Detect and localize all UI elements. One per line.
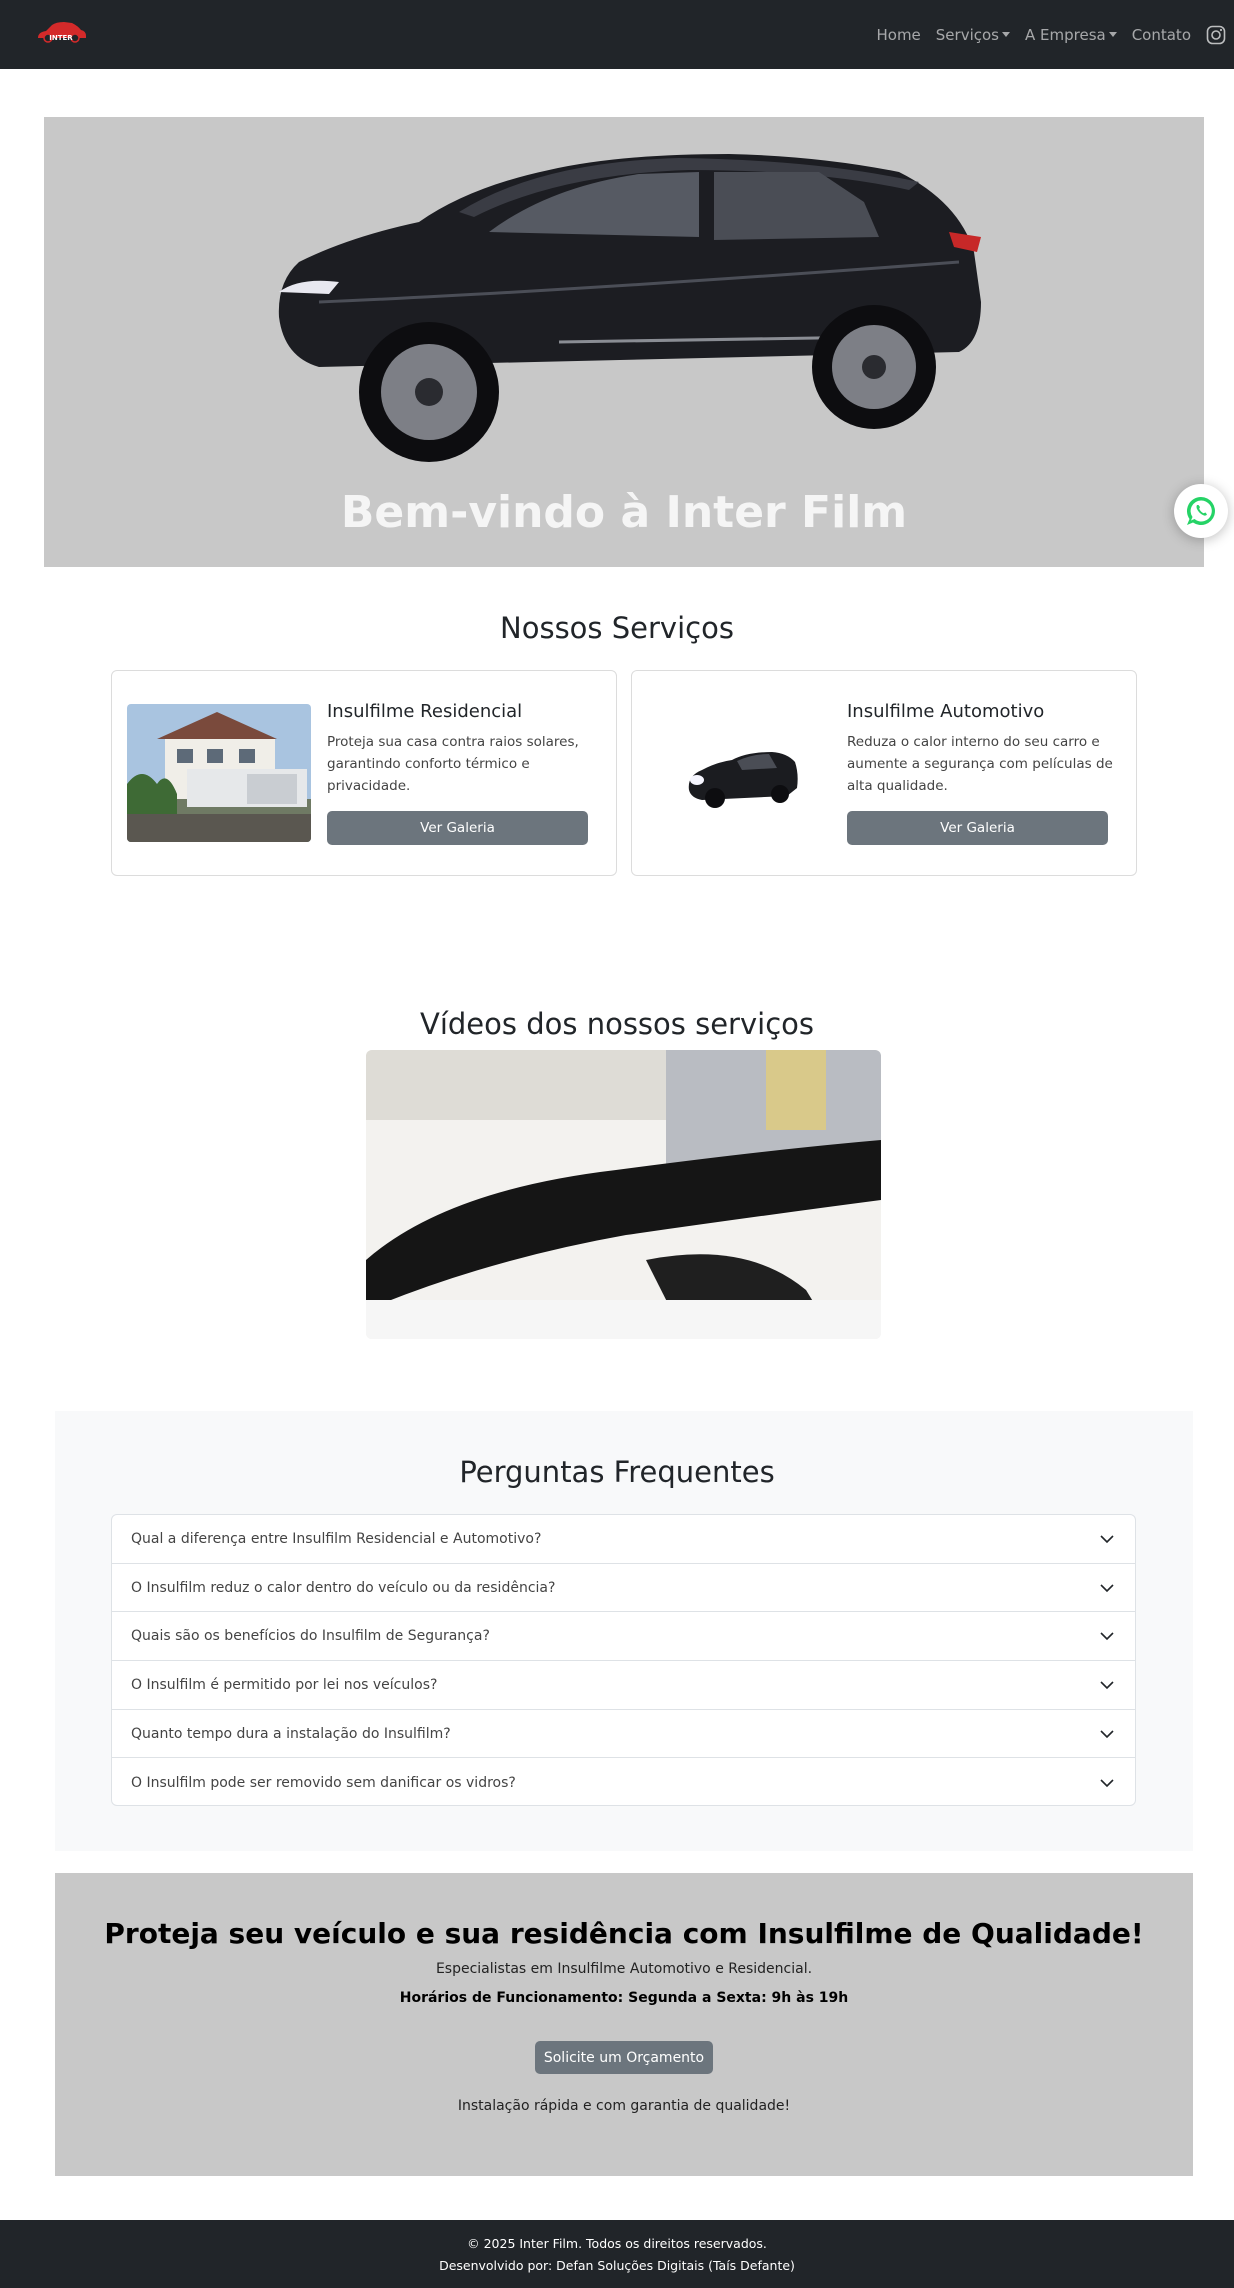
- caret-down-icon: [1001, 32, 1010, 37]
- hero-banner: Bem-vindo à Inter Film: [44, 117, 1204, 567]
- footer-copyright: © 2025 Inter Film. Todos os direitos res…: [467, 2236, 767, 2251]
- automotive-gallery-button[interactable]: Ver Galeria: [847, 811, 1108, 845]
- faq-question: Quais são os benefícios do Insulfilm de …: [131, 1628, 490, 1645]
- nav-services-label: Serviços: [935, 25, 999, 44]
- chevron-down-icon: [1100, 1632, 1114, 1641]
- caret-down-icon: [1108, 32, 1117, 37]
- whatsapp-icon: [1186, 497, 1215, 525]
- faq-question: O Insulfilm pode ser removido sem danifi…: [131, 1774, 516, 1791]
- nav-contact-label: Contato: [1131, 25, 1191, 44]
- whatsapp-button[interactable]: [1174, 484, 1228, 538]
- faq-item[interactable]: Quanto tempo dura a instalação do Insulf…: [112, 1710, 1135, 1759]
- service-card-residential: Insulfilme Residencial Proteja sua casa …: [111, 670, 617, 876]
- cta-note: Instalação rápida e com garantia de qual…: [457, 2098, 791, 2114]
- hero-title: Bem-vindo à Inter Film: [340, 487, 908, 538]
- cta-section: Proteja seu veículo e sua residência com…: [55, 1873, 1193, 2176]
- automotive-card-title: Insulfilme Automotivo: [847, 701, 1045, 722]
- faq-question: Quanto tempo dura a instalação do Insulf…: [131, 1725, 451, 1742]
- service-card-automotive: Insulfilme Automotivo Reduza o calor int…: [631, 670, 1137, 876]
- chevron-down-icon: [1100, 1535, 1114, 1543]
- footer: © 2025 Inter Film. Todos os direitos res…: [0, 2220, 1234, 2288]
- residential-gallery-button[interactable]: Ver Galeria: [327, 811, 588, 845]
- faq-item[interactable]: O Insulfilm é permitido por lei nos veíc…: [112, 1661, 1135, 1710]
- cta-title: Proteja seu veículo e sua residência com…: [104, 1917, 1144, 1950]
- faq-title: Perguntas Frequentes: [459, 1455, 775, 1489]
- residential-card-text: Proteja sua casa contra raios solares, g…: [327, 734, 579, 794]
- chevron-down-icon: [1100, 1681, 1114, 1690]
- chevron-down-icon: [1100, 1779, 1114, 1787]
- instagram-icon[interactable]: [1206, 25, 1226, 45]
- automotive-card-text: Reduza o calor interno do seu carro e au…: [847, 734, 1113, 794]
- faq-question: O Insulfilm reduz o calor dentro do veíc…: [131, 1579, 556, 1596]
- faq-question: Qual a diferença entre Insulfilm Residen…: [131, 1530, 542, 1547]
- nav-contact[interactable]: Contato: [1132, 26, 1191, 44]
- faq-item[interactable]: Qual a diferença entre Insulfilm Residen…: [112, 1515, 1135, 1564]
- nav-home-label: Home: [876, 25, 921, 44]
- residential-house-image: [127, 704, 311, 842]
- videos-title: Vídeos dos nossos serviços: [420, 1007, 814, 1041]
- nav-company-label: A Empresa: [1024, 25, 1106, 44]
- services-title: Nossos Serviços: [500, 611, 734, 645]
- footer-developer: Desenvolvido por: Defan Soluções Digitai…: [439, 2258, 795, 2273]
- cta-subtitle: Especialistas em Insulfilme Automotivo e…: [435, 1961, 813, 1977]
- chevron-down-icon: [1100, 1730, 1114, 1738]
- logo-text: INTER: [49, 34, 73, 42]
- nav-home[interactable]: Home: [876, 26, 920, 44]
- service-video[interactable]: [366, 1050, 881, 1339]
- nav-services-dropdown[interactable]: Serviços: [936, 26, 1010, 44]
- logo[interactable]: INTER: [34, 18, 88, 48]
- faq-item[interactable]: Quais são os benefícios do Insulfilm de …: [112, 1612, 1135, 1662]
- hero-car-image: [278, 154, 981, 462]
- faq-question: O Insulfilm é permitido por lei nos veíc…: [131, 1676, 438, 1693]
- nav-links: Home Serviços A Empresa Contato: [876, 0, 1234, 69]
- nav-company-dropdown[interactable]: A Empresa: [1025, 26, 1117, 44]
- car-logo-icon: INTER: [38, 22, 86, 43]
- chevron-down-icon: [1100, 1583, 1114, 1592]
- cta-hours: Horários de Funcionamento: Segunda a Sex…: [399, 1990, 849, 2006]
- faq-item[interactable]: O Insulfilm reduz o calor dentro do veíc…: [112, 1564, 1135, 1613]
- automotive-car-image: [647, 704, 831, 842]
- residential-card-title: Insulfilme Residencial: [327, 701, 523, 722]
- faq-accordion: Qual a diferença entre Insulfilm Residen…: [111, 1514, 1136, 1806]
- navbar: INTER Home Serviços A Empresa Contato: [0, 0, 1234, 69]
- faq-item[interactable]: O Insulfilm pode ser removido sem danifi…: [112, 1758, 1135, 1805]
- quote-button[interactable]: Solicite um Orçamento: [535, 2041, 713, 2074]
